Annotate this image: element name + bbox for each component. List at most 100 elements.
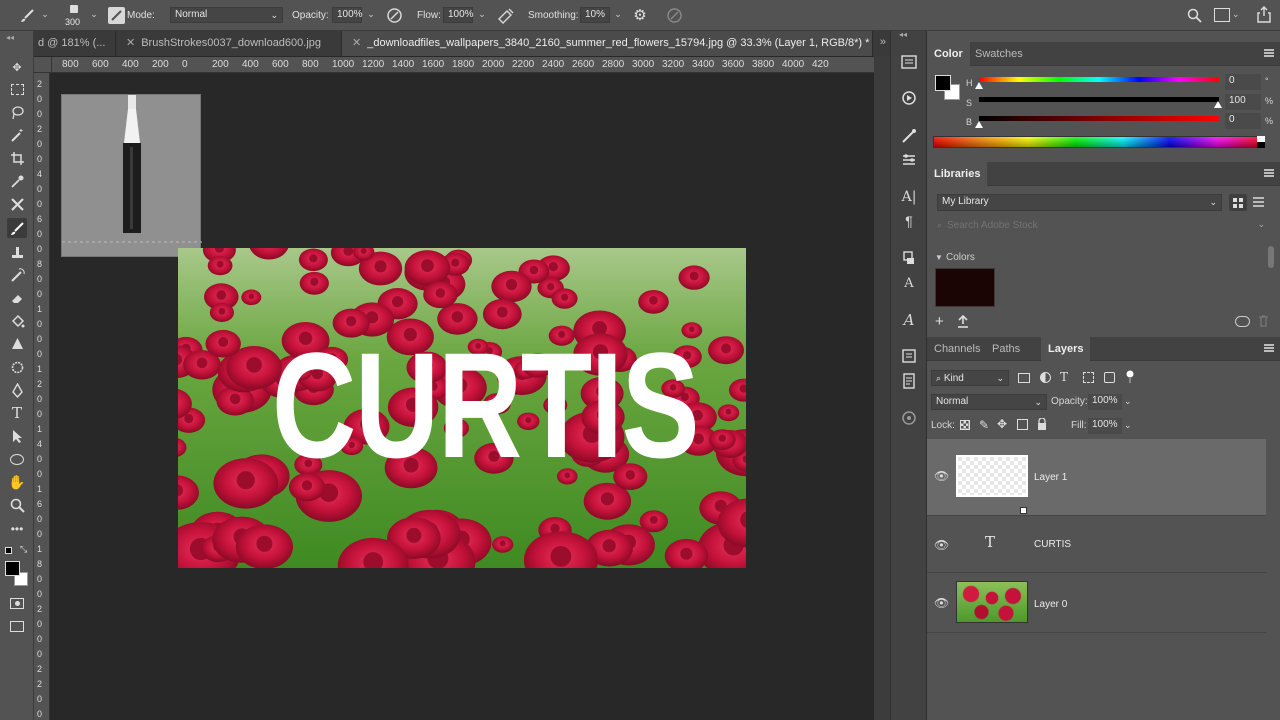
b-field[interactable]: 0 [1225,113,1261,129]
add-icon[interactable]: + [935,314,944,329]
stock-search-input[interactable]: ⌕ Search Adobe Stock ⌄ [937,219,1265,235]
library-select[interactable]: My Library ⌄ [937,194,1222,211]
panel-menu-icon[interactable] [1264,344,1274,352]
panel-menu-icon[interactable] [1264,49,1274,57]
history-brush-icon[interactable] [7,265,27,285]
blend-mode-select[interactable]: Normal ⌄ [931,394,1047,410]
color-spectrum-ramp[interactable] [933,136,1265,148]
gear-icon[interactable]: ⚙ [632,8,648,24]
brush-picker-dropdown-icon[interactable]: ⌄ [87,9,101,20]
paint-bucket-icon[interactable] [7,311,27,331]
tabs-overflow-icon[interactable]: » [880,36,886,48]
fill-field[interactable]: 100% [1088,418,1122,434]
marquee-tool-icon[interactable] [7,79,27,99]
dodge-tool-icon[interactable] [7,357,27,377]
foreground-color-swatch[interactable] [5,561,20,576]
visibility-eye-icon[interactable]: 👁 [934,596,949,610]
tab-layers[interactable]: Layers [1041,337,1091,361]
ellipse-tool-icon[interactable] [7,449,27,469]
hue-slider[interactable] [979,77,1219,82]
filter-type-icon[interactable]: T [1060,370,1068,384]
s-field[interactable]: 100 [1225,94,1261,110]
notes-icon[interactable] [900,372,918,390]
toolbox-collapse-icon[interactable]: ◂◂ [6,33,14,42]
opacity-dropdown-icon[interactable]: ⌄ [364,9,378,20]
tab-paths[interactable]: Paths [985,337,1027,361]
filter-adjustment-icon[interactable] [1040,372,1051,383]
trash-icon[interactable] [1258,315,1269,327]
flow-dropdown-icon[interactable]: ⌄ [475,9,489,20]
flow-field[interactable]: 100% [443,7,474,23]
search-icon[interactable] [1187,8,1202,23]
3d-icon[interactable] [900,409,918,427]
colors-disclosure-icon[interactable]: ▼ [935,253,943,262]
filter-pixel-icon[interactable] [1018,373,1030,383]
layer-row-layer-1[interactable]: 👁 Layer 1 [927,439,1266,516]
path-selection-icon[interactable] [7,426,27,446]
adjustments-icon[interactable] [900,151,918,169]
properties-icon[interactable] [900,347,918,365]
opacity-dropdown-icon[interactable]: ⌄ [1124,396,1132,407]
opacity-field[interactable]: 100% [332,7,363,23]
tab-swatches[interactable]: Swatches [968,42,1030,66]
visibility-eye-icon[interactable]: 👁 [934,469,949,483]
eyedropper-tool-icon[interactable] [7,171,27,191]
mode-select[interactable]: Normal ⌄ [170,7,283,23]
lock-artboard-icon[interactable] [1017,419,1028,430]
clone-source-icon[interactable] [900,249,918,267]
brush-tool-selected-icon[interactable] [7,218,27,238]
pressure-opacity-icon[interactable] [386,7,403,24]
panel-menu-icon[interactable] [1264,169,1274,177]
tab-document-1[interactable]: d @ 181% (... [34,31,116,56]
layer-filter-kind[interactable]: ⌕ Kind ⌄ [931,370,1009,386]
library-color-swatch[interactable] [935,268,995,307]
filter-shape-icon[interactable] [1083,372,1094,383]
tab-libraries[interactable]: Libraries [927,162,988,186]
saturation-slider[interactable] [979,97,1219,102]
smoothing-dropdown-icon[interactable]: ⌄ [611,9,625,20]
swap-colors-icon[interactable]: ⤡ [20,544,27,555]
tool-preset-dropdown-icon[interactable]: ⌄ [38,9,52,20]
blur-tool-icon[interactable] [7,334,27,354]
library-scrollbar[interactable] [1268,246,1274,268]
paragraph-icon[interactable]: ¶ [900,212,918,230]
lasso-tool-icon[interactable] [7,102,27,122]
cloud-sync-icon[interactable] [1235,316,1250,327]
airbrush-icon[interactable] [497,7,515,24]
lock-position-icon[interactable]: ✥ [997,417,1007,431]
lock-image-icon[interactable]: ✎ [979,418,989,432]
brightness-slider-handle[interactable] [975,121,983,128]
layer-opacity-field[interactable]: 100% [1088,394,1122,410]
layers-panel-right-scrollbar[interactable] [1266,439,1280,720]
layer-row-curtis[interactable]: 👁 T CURTIS [927,516,1266,573]
tab-channels[interactable]: Channels [927,337,987,361]
brush-settings-dock-icon[interactable] [900,127,918,145]
canvas-area[interactable]: CURTIS [50,73,874,720]
layer-name[interactable]: Layer 0 [1034,599,1067,610]
workspace-icon[interactable] [1214,8,1230,22]
type-tool-icon[interactable]: T [7,403,27,423]
tab-document-2[interactable]: ✕ BrushStrokes0037_download600.jpg [116,31,342,56]
more-tools-icon[interactable]: ••• [7,519,27,539]
layer-name[interactable]: Layer 1 [1034,472,1067,483]
saturation-slider-handle[interactable] [1214,101,1222,108]
tab-color[interactable]: Color [927,42,970,66]
lock-transparent-icon[interactable] [960,420,970,430]
visibility-eye-icon[interactable]: 👁 [934,538,949,552]
h-field[interactable]: 0 [1225,74,1261,90]
pen-tool-icon[interactable] [7,380,27,400]
character-icon[interactable]: A| [900,188,918,206]
foreground-swatch[interactable] [935,75,951,91]
document-image[interactable]: CURTIS [178,248,746,568]
healing-brush-icon[interactable] [7,194,27,214]
default-colors-icon[interactable] [5,547,12,554]
move-tool-icon[interactable]: ✥ [7,57,27,77]
fill-dropdown-icon[interactable]: ⌄ [1124,420,1132,431]
filter-toggle-icon[interactable] [1126,370,1134,384]
actions-icon[interactable] [900,89,918,107]
ramp-black-white[interactable] [1257,136,1265,148]
screen-mode-icon[interactable] [7,616,27,636]
symmetry-icon[interactable] [666,7,683,24]
quick-mask-icon[interactable] [7,593,27,613]
brightness-slider[interactable] [979,116,1219,121]
